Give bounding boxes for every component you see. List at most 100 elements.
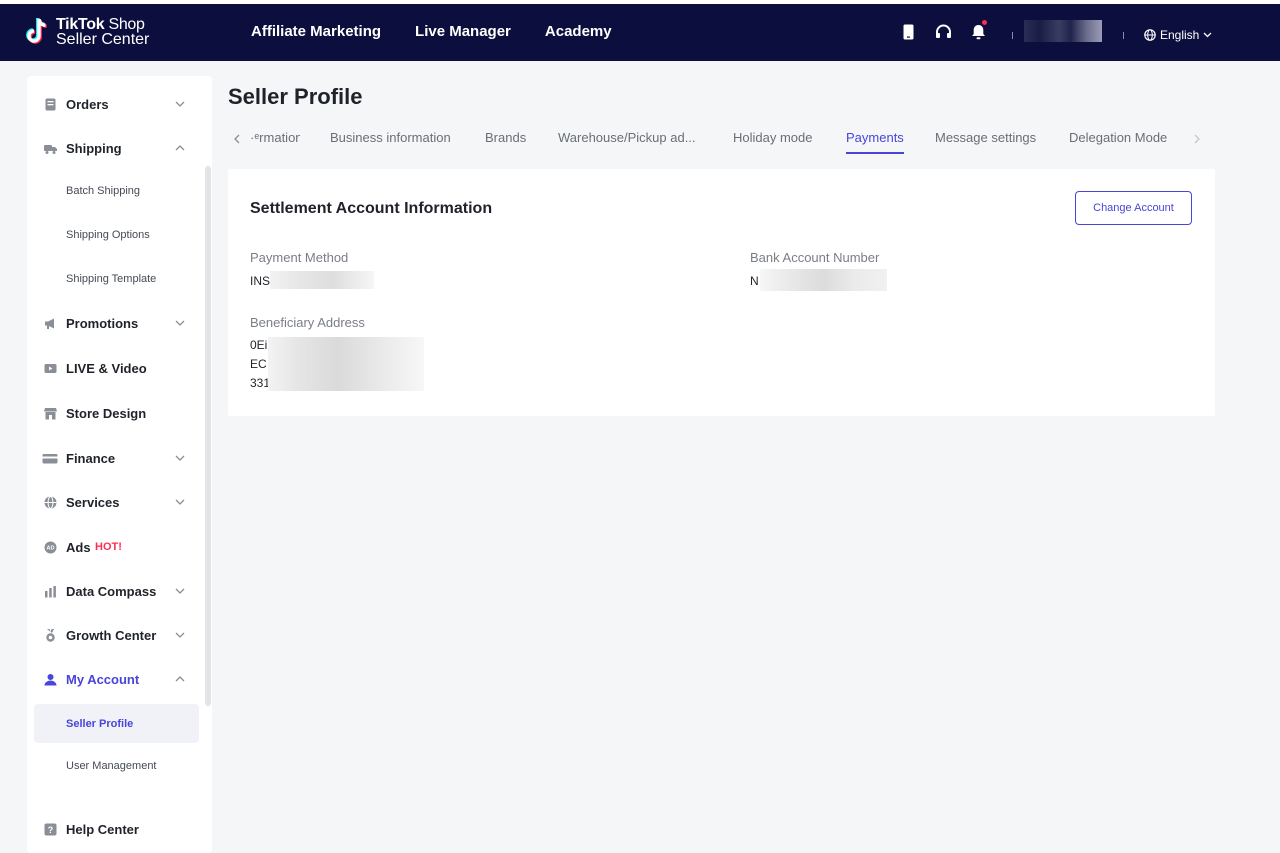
sidebar: Orders Shipping Batch Shipping Shipping … <box>27 76 212 853</box>
account-name-redacted[interactable] <box>1024 20 1102 42</box>
sidebar-item-label: Store Design <box>66 405 147 421</box>
sidebar-item-label: LIVE & Video <box>66 360 147 376</box>
active-tab-indicator <box>846 152 904 154</box>
globe-icon <box>44 495 57 509</box>
sidebar-subitem-label: User Management <box>66 760 157 772</box>
chevron-down-icon <box>1203 32 1212 38</box>
chevron-down-icon <box>175 588 185 594</box>
sidebar-item-label: Services <box>66 494 120 510</box>
card-title: Settlement Account Information <box>250 200 493 217</box>
sidebar-item-promotions[interactable]: Promotions <box>27 305 212 341</box>
sidebar-item-ads[interactable]: AD Ads HOT! <box>27 529 212 565</box>
nav-live-manager[interactable]: Live Manager <box>415 23 511 40</box>
help-icon: ? <box>44 823 57 835</box>
sidebar-item-services[interactable]: Services <box>27 484 212 520</box>
video-icon <box>44 363 57 373</box>
brand-seller-center-text: Seller Center <box>56 31 150 48</box>
sidebar-item-label: Growth Center <box>66 627 157 643</box>
topbar-icons <box>898 20 988 42</box>
tab-warehouse-pickup[interactable]: Warehouse/Pickup ad... <box>558 130 696 145</box>
bank-account-value: N <box>750 274 759 288</box>
beneficiary-address-line: EC <box>250 357 267 371</box>
sidebar-subitem-label: Shipping Template <box>66 273 157 285</box>
user-icon <box>44 673 57 685</box>
sidebar-item-store-design[interactable]: Store Design <box>27 395 212 431</box>
tab-message-settings[interactable]: Message settings <box>935 130 1036 145</box>
sidebar-subitem-label: Batch Shipping <box>66 185 140 197</box>
sidebar-scrollbar[interactable] <box>205 166 211 706</box>
megaphone-icon <box>45 318 54 329</box>
sidebar-subitem-user-management[interactable]: User Management <box>34 747 199 785</box>
bell-icon[interactable] <box>968 20 988 42</box>
sidebar-subitem-batch-shipping[interactable]: Batch Shipping <box>34 172 199 210</box>
tab-brands[interactable]: Brands <box>485 130 526 145</box>
orders-icon <box>45 98 56 110</box>
sidebar-item-help-center[interactable]: ? Help Center <box>27 811 212 847</box>
settlement-account-card: Settlement Account Information Change Ac… <box>228 169 1215 416</box>
chevron-right-icon[interactable] <box>1190 132 1204 146</box>
headset-icon[interactable] <box>933 22 953 42</box>
sidebar-subitem-shipping-options[interactable]: Shipping Options <box>34 216 199 254</box>
sidebar-item-label: Promotions <box>66 315 139 331</box>
payment-method-value: INS <box>250 274 271 288</box>
tiktok-logo-icon <box>26 16 50 48</box>
sidebar-item-label: Help Center <box>66 821 139 837</box>
brand-name: TikTok Shop Seller Center <box>56 17 150 48</box>
ad-icon: AD <box>44 541 57 553</box>
tab-information[interactable]: ·ᵉrmation <box>250 130 300 145</box>
sidebar-subitem-label: Shipping Options <box>66 229 150 241</box>
redacted-value <box>270 271 374 289</box>
sidebar-item-label: My Account <box>66 671 140 687</box>
sidebar-item-label: Orders <box>66 96 109 112</box>
tiktok-shop-logo[interactable]: TikTok Shop Seller Center <box>26 16 149 48</box>
sidebar-item-data-compass[interactable]: Data Compass <box>27 573 212 609</box>
medal-icon <box>46 628 55 642</box>
language-selector[interactable]: English <box>1144 28 1212 42</box>
tab-information-label: ᵉrmation <box>254 130 300 145</box>
nav-affiliate-marketing[interactable]: Affiliate Marketing <box>251 23 381 40</box>
mobile-icon[interactable] <box>898 22 918 42</box>
sidebar-item-orders[interactable]: Orders <box>27 86 212 122</box>
chevron-down-icon <box>175 632 185 638</box>
chevron-down-icon <box>175 455 185 461</box>
sidebar-subitem-seller-profile[interactable]: Seller Profile <box>34 704 199 743</box>
sidebar-item-live-video[interactable]: LIVE & Video <box>27 350 212 386</box>
svg-text:?: ? <box>48 825 54 835</box>
sidebar-item-growth-center[interactable]: Growth Center <box>27 617 212 653</box>
sidebar-subitem-shipping-template[interactable]: Shipping Template <box>34 260 199 298</box>
chevron-down-icon <box>175 320 185 326</box>
profile-tabs: ·ᵉrmation Business information Brands Wa… <box>228 124 1215 156</box>
beneficiary-address-line: 0Ei <box>250 338 268 352</box>
globe-icon <box>1144 29 1156 41</box>
top-navigation-bar: TikTok Shop Seller Center Affiliate Mark… <box>0 0 1280 61</box>
sidebar-item-label: Data Compass <box>66 583 157 599</box>
sidebar-item-label: Shipping <box>66 140 122 156</box>
chevron-left-icon[interactable] <box>230 132 244 146</box>
bar-chart-icon <box>45 585 56 597</box>
redacted-value <box>760 269 887 291</box>
sidebar-item-shipping[interactable]: Shipping <box>27 130 212 166</box>
tab-delegation-mode[interactable]: Delegation Mode <box>1069 130 1167 145</box>
language-label: English <box>1160 28 1200 42</box>
svg-text:AD: AD <box>47 545 55 551</box>
redacted-value <box>268 337 424 391</box>
bank-account-label: Bank Account Number <box>750 250 880 265</box>
tab-business-information[interactable]: Business information <box>330 130 451 145</box>
sidebar-item-my-account[interactable]: My Account <box>27 661 212 697</box>
chevron-up-icon <box>175 676 185 682</box>
topbar-divider <box>1123 32 1124 39</box>
sidebar-item-label: Finance <box>66 450 116 466</box>
beneficiary-address-label: Beneficiary Address <box>250 315 365 330</box>
sidebar-item-finance[interactable]: Finance <box>27 440 212 476</box>
payment-method-label: Payment Method <box>250 250 349 265</box>
chevron-up-icon <box>175 145 185 151</box>
chevron-down-icon <box>175 101 185 107</box>
sidebar-subitem-label: Seller Profile <box>66 717 134 730</box>
top-nav: Affiliate Marketing Live Manager Academy <box>251 23 612 40</box>
nav-academy[interactable]: Academy <box>545 23 612 40</box>
tab-payments[interactable]: Payments <box>846 130 904 145</box>
tab-holiday-mode[interactable]: Holiday mode <box>733 130 813 145</box>
change-account-button[interactable]: Change Account <box>1075 191 1192 225</box>
truck-icon <box>44 144 57 154</box>
topbar-divider <box>1012 32 1013 39</box>
